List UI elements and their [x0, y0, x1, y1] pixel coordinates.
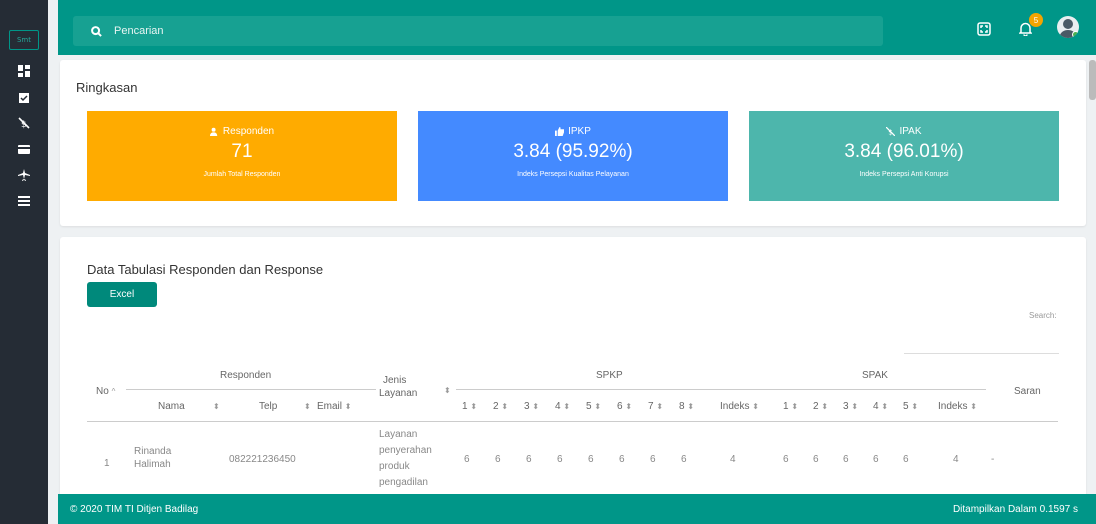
col-header-spkp-3[interactable]: 3 ⬍ — [524, 401, 539, 412]
col-header-spkp-5[interactable]: 5 ⬍ — [586, 401, 601, 412]
cell-spak: 6 — [813, 454, 819, 465]
clipboard-check-icon[interactable] — [14, 89, 34, 105]
thumbs-up-icon — [555, 127, 565, 136]
cell-spak: 6 — [903, 454, 909, 465]
col-header-layanan[interactable]: Layanan — [379, 388, 417, 399]
notification-bell-icon[interactable]: 5 — [1019, 13, 1043, 36]
cell-spkp: 6 — [526, 454, 532, 465]
sidebar: Smt $ — [0, 0, 48, 524]
tabulation-card: Data Tabulasi Responden dan Response Exc… — [60, 237, 1086, 524]
dashboard-icon[interactable] — [14, 63, 34, 79]
user-avatar[interactable] — [1057, 16, 1079, 38]
cell-spkp: 6 — [495, 454, 501, 465]
search-bar[interactable] — [73, 16, 883, 46]
cell-layanan: Layanan — [379, 429, 418, 440]
search-icon — [91, 25, 102, 37]
online-status-dot — [1072, 31, 1079, 38]
cell-spak: 6 — [843, 454, 849, 465]
sort-icon[interactable]: ⬍ — [444, 385, 451, 396]
fullscreen-icon[interactable] — [977, 22, 991, 36]
stat-description: Indeks Persepsi Anti Korupsi — [859, 171, 949, 178]
svg-text:$: $ — [889, 128, 894, 136]
col-header-spkp-1[interactable]: 1 ⬍ — [462, 401, 477, 412]
no-bribe-icon: $ — [886, 127, 896, 136]
stat-label: IPKP — [568, 126, 591, 137]
cell-spak: 6 — [873, 454, 879, 465]
top-navbar: 5 — [58, 0, 1096, 55]
cell-spak: 4 — [953, 454, 959, 465]
footer: © 2020 TIM TI Ditjen Badilag Ditampilkan… — [58, 494, 1096, 524]
cell-spkp: 6 — [681, 454, 687, 465]
data-table: No ^ Responden Jenis Layanan ⬍ SPKP SPAK… — [60, 237, 1086, 497]
cell-spkp: 6 — [619, 454, 625, 465]
col-group-spkp: SPKP — [596, 370, 623, 381]
app-logo[interactable]: Smt — [9, 30, 39, 50]
summary-card: Ringkasan Responden 71 Jumlah Total Resp… — [60, 60, 1086, 226]
cell-no: 1 — [104, 458, 110, 469]
search-input[interactable] — [114, 25, 614, 37]
cell-telp: 082221236450 — [229, 454, 296, 465]
col-header-email[interactable]: Email ⬍ — [317, 401, 352, 412]
col-header-spkp-indeks[interactable]: Indeks ⬍ — [720, 401, 759, 412]
cell-spkp: 4 — [730, 454, 736, 465]
cell-spkp: 6 — [650, 454, 656, 465]
header-divider — [126, 389, 376, 390]
footer-copyright: © 2020 TIM TI Ditjen Badilag — [70, 504, 199, 515]
col-header-telp[interactable]: Telp — [259, 401, 277, 412]
col-header-saran[interactable]: Saran — [1014, 386, 1041, 397]
cell-layanan: produk — [379, 461, 410, 472]
sort-icon[interactable]: ⬍ — [213, 401, 220, 412]
col-group-spak: SPAK — [862, 370, 888, 381]
plane-icon[interactable] — [14, 167, 34, 183]
stat-ipak: $ IPAK 3.84 (96.01%) Indeks Persepsi Ant… — [749, 111, 1059, 201]
col-header-spak-1[interactable]: 1 ⬍ — [783, 401, 798, 412]
cell-nama: Halimah — [134, 459, 171, 470]
header-divider — [456, 389, 986, 390]
col-header-no[interactable]: No ^ — [96, 386, 115, 397]
col-header-spak-4[interactable]: 4 ⬍ — [873, 401, 888, 412]
list-icon[interactable] — [14, 193, 34, 209]
col-group-responden: Responden — [220, 370, 272, 381]
col-header-spkp-4[interactable]: 4 ⬍ — [555, 401, 570, 412]
col-header-spak-5[interactable]: 5 ⬍ — [903, 401, 918, 412]
col-header-spkp-7[interactable]: 7 ⬍ — [648, 401, 663, 412]
cell-spkp: 6 — [557, 454, 563, 465]
col-header-jenis[interactable]: Jenis — [383, 375, 406, 386]
col-header-spkp-2[interactable]: 2 ⬍ — [493, 401, 508, 412]
stat-responden: Responden 71 Jumlah Total Responden — [87, 111, 397, 201]
notification-badge: 5 — [1029, 13, 1043, 27]
col-header-spkp-8[interactable]: 8 ⬍ — [679, 401, 694, 412]
cell-spak: 6 — [783, 454, 789, 465]
summary-title: Ringkasan — [76, 80, 138, 95]
stat-value: 3.84 (96.01%) — [844, 141, 964, 162]
col-header-nama[interactable]: Nama — [158, 401, 185, 412]
cell-saran: - — [991, 454, 995, 465]
stat-label: Responden — [222, 126, 275, 137]
stat-description: Indeks Persepsi Kualitas Pelayanan — [517, 171, 629, 178]
cell-nama: Rinanda — [134, 446, 172, 457]
cell-spkp: 6 — [464, 454, 470, 465]
page-scrollbar[interactable] — [1089, 60, 1096, 100]
cell-layanan: pengadilan — [379, 477, 428, 488]
col-header-spak-3[interactable]: 3 ⬍ — [843, 401, 858, 412]
col-header-spkp-6[interactable]: 6 ⬍ — [617, 401, 632, 412]
card-icon[interactable] — [14, 141, 34, 157]
cell-spkp: 6 — [588, 454, 594, 465]
col-header-spak-2[interactable]: 2 ⬍ — [813, 401, 828, 412]
users-icon — [209, 127, 218, 136]
stat-value: 71 — [231, 141, 253, 162]
cell-layanan: penyerahan — [379, 445, 432, 456]
stat-value: 3.84 (95.92%) — [513, 141, 633, 162]
sort-icon[interactable]: ⬍ — [304, 401, 311, 412]
col-header-spak-indeks[interactable]: Indeks ⬍ — [938, 401, 977, 412]
header-bottom-border — [87, 421, 1058, 422]
no-bribe-icon[interactable]: $ — [14, 115, 34, 131]
footer-timing: Ditampilkan Dalam 0.1597 s — [952, 504, 1078, 515]
stat-label: IPAK — [899, 126, 922, 137]
svg-text:$: $ — [21, 120, 27, 129]
footer-org-link[interactable]: TIM TI Ditjen Badilag — [105, 504, 198, 515]
stat-description: Jumlah Total Responden — [203, 171, 281, 178]
stat-ipkp: IPKP 3.84 (95.92%) Indeks Persepsi Kuali… — [418, 111, 728, 201]
